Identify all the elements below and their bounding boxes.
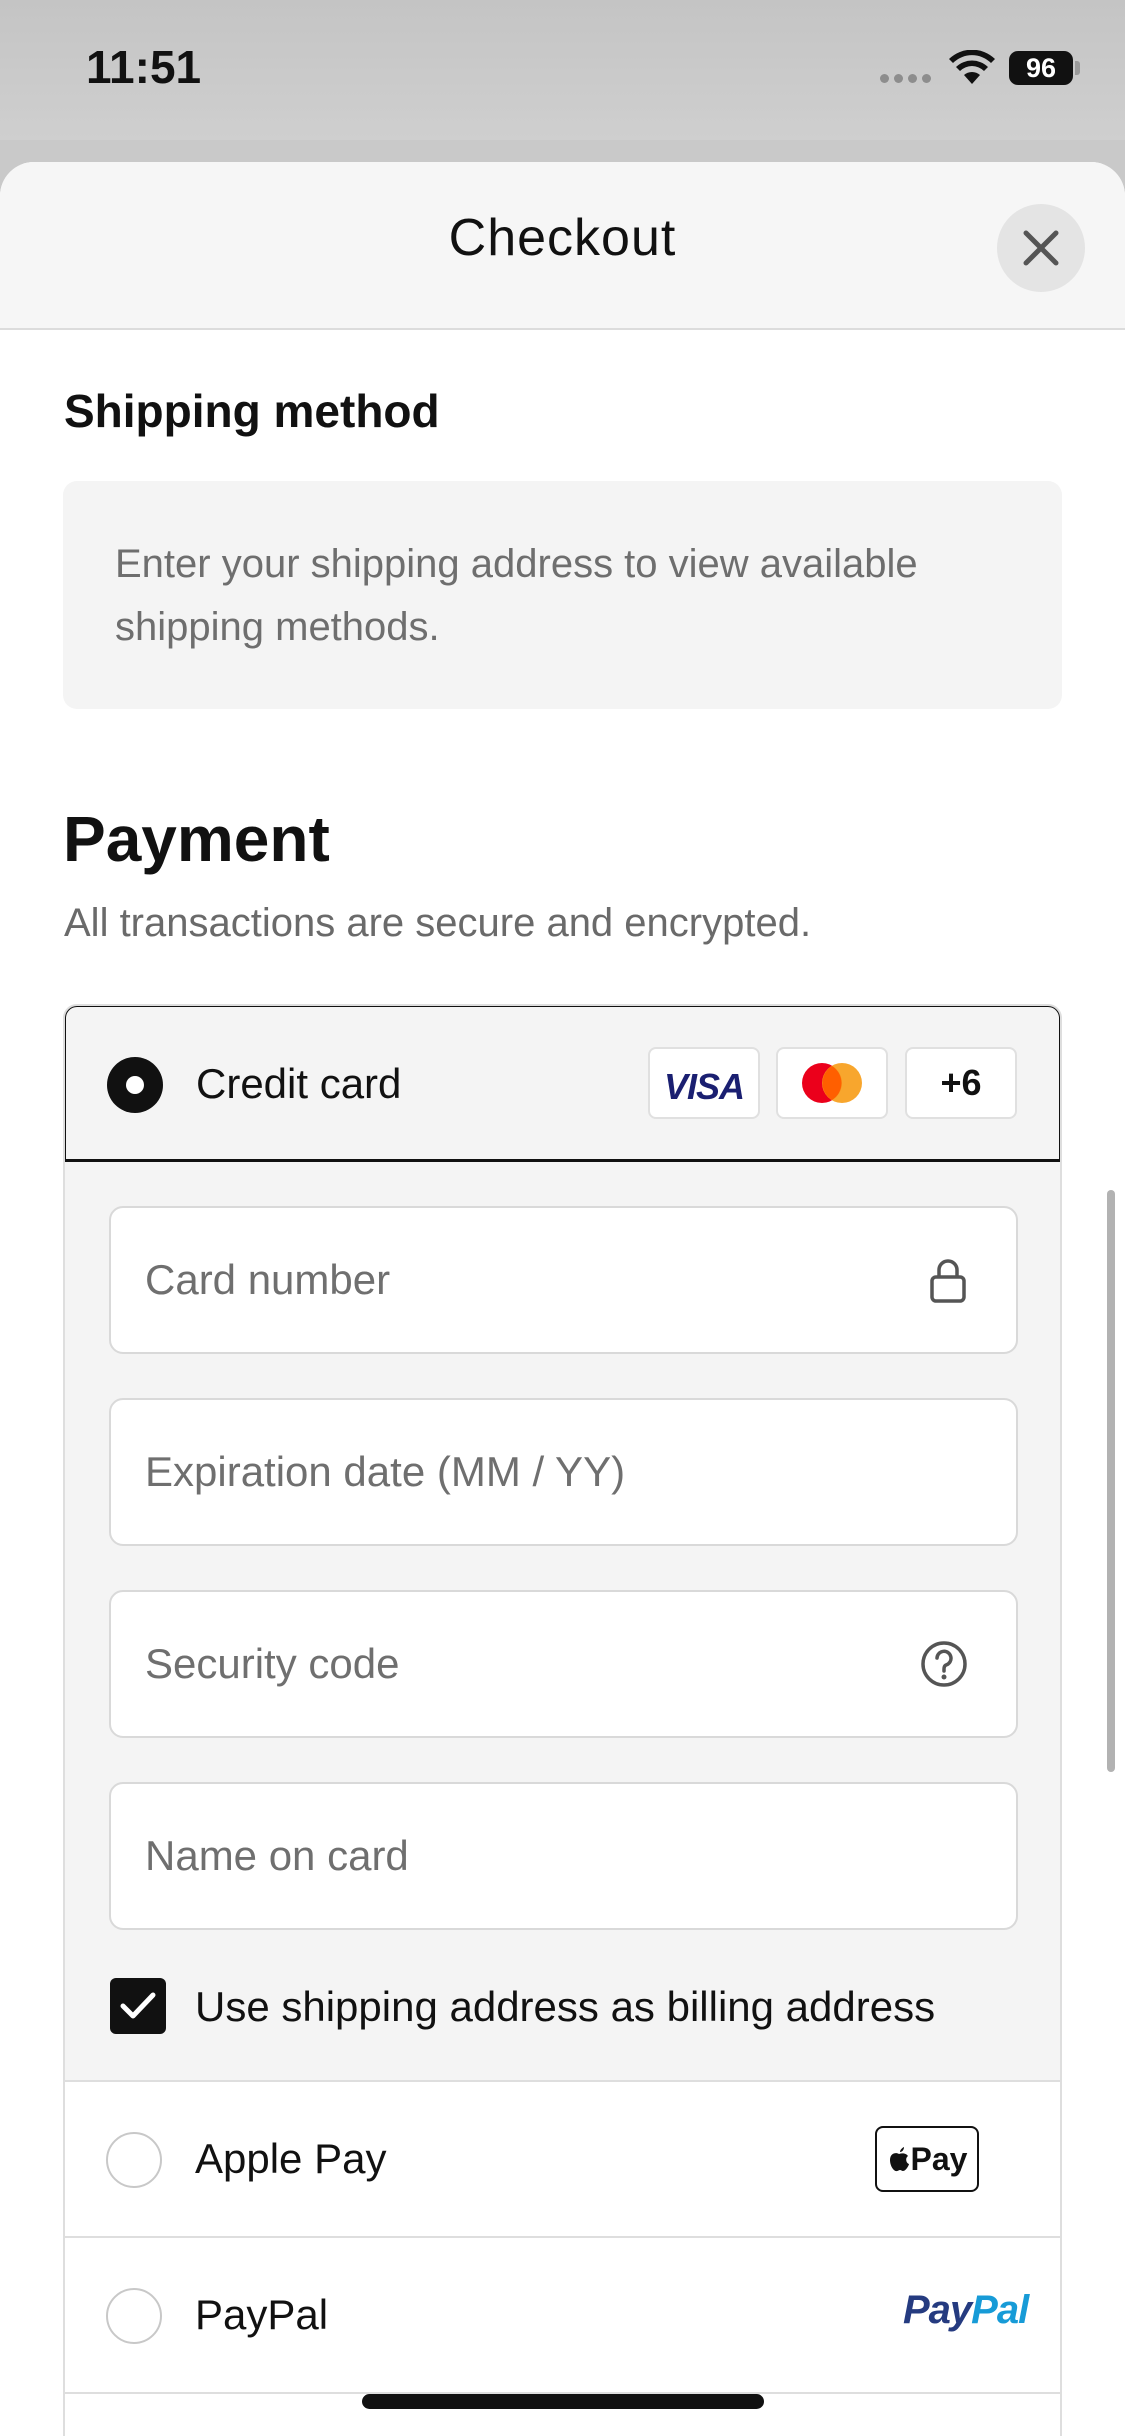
paypal-logo: PayPal xyxy=(903,2288,1029,2333)
billing-address-label: Use shipping address as billing address xyxy=(195,1983,936,2030)
sheet-header: Checkout xyxy=(0,162,1125,330)
security-code-input[interactable] xyxy=(145,1592,925,1736)
credit-card-radio[interactable] xyxy=(107,1057,163,1113)
paypal-logo-part2: Pal xyxy=(971,2288,1029,2332)
page-title: Checkout xyxy=(448,209,677,267)
mastercard-logo-icon xyxy=(776,1047,888,1119)
apple-pay-label: Apple Pay xyxy=(195,2135,387,2182)
battery-tip xyxy=(1075,61,1080,75)
billing-address-checkbox[interactable] xyxy=(110,1978,166,2034)
apple-icon xyxy=(889,2147,909,2172)
shipping-notice-line2: shipping methods. xyxy=(115,605,440,649)
credit-card-label: Credit card xyxy=(196,1060,402,1107)
shipping-method-notice: Enter your shipping address to view avai… xyxy=(63,481,1062,709)
paypal-radio[interactable] xyxy=(106,2288,162,2344)
payment-heading: Payment xyxy=(63,803,330,875)
more-cards-badge: +6 xyxy=(905,1047,1017,1119)
credit-card-form: Use shipping address as billing address xyxy=(65,1162,1060,2082)
scrollbar[interactable] xyxy=(1107,1190,1115,1772)
home-indicator[interactable] xyxy=(362,2394,764,2409)
lock-icon xyxy=(930,1259,966,1303)
security-code-field[interactable] xyxy=(109,1590,1018,1738)
apple-pay-logo: Pay xyxy=(875,2126,979,2192)
visa-logo-icon: VISA xyxy=(648,1047,760,1119)
battery-icon: 96 xyxy=(1009,51,1073,85)
name-on-card-field[interactable] xyxy=(109,1782,1018,1930)
shipping-method-heading: Shipping method xyxy=(64,385,440,437)
card-number-input[interactable] xyxy=(145,1208,925,1352)
payment-methods: Credit card VISA +6 Card number Expirati… xyxy=(63,1004,1062,2436)
checkout-sheet: Checkout Shipping method Enter your ship… xyxy=(0,162,1125,2436)
payment-option-paypal[interactable]: PayPal PayPal xyxy=(65,2238,1060,2394)
name-on-card-input[interactable] xyxy=(145,1784,925,1928)
shipping-notice-line1: Enter your shipping address to view avai… xyxy=(115,542,918,586)
payment-subtitle: All transactions are secure and encrypte… xyxy=(64,901,812,945)
paypal-label: PayPal xyxy=(195,2291,329,2338)
cellular-signal-icon xyxy=(880,74,931,83)
expiration-date-input[interactable] xyxy=(145,1400,925,1544)
close-icon xyxy=(1023,230,1059,266)
payment-option-apple-pay[interactable]: Apple Pay Pay xyxy=(65,2082,1060,2238)
visa-logo-text: VISA xyxy=(663,1066,745,1107)
wifi-icon xyxy=(949,50,995,84)
apple-pay-badge-text: Pay xyxy=(910,2141,968,2177)
close-button[interactable] xyxy=(997,204,1085,292)
payment-option-credit-card[interactable]: Credit card VISA +6 xyxy=(65,1006,1060,1162)
status-time: 11:51 xyxy=(86,41,202,93)
check-icon xyxy=(120,1992,156,2019)
status-bar: 11:51 96 xyxy=(0,0,1125,140)
paypal-logo-part1: Pay xyxy=(903,2288,972,2332)
apple-pay-radio[interactable] xyxy=(106,2132,162,2188)
expiration-date-field[interactable] xyxy=(109,1398,1018,1546)
card-number-field[interactable] xyxy=(109,1206,1018,1354)
help-circle-icon[interactable] xyxy=(920,1640,968,1688)
